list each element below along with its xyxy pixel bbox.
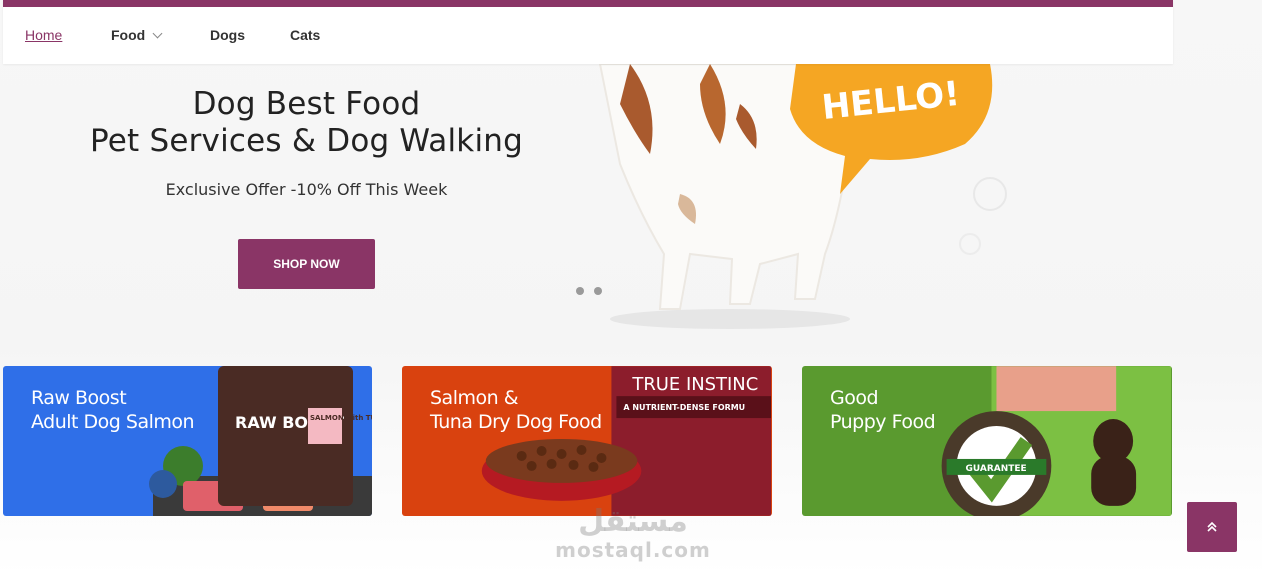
- scroll-to-top-button[interactable]: [1187, 502, 1237, 552]
- card-title-line1: Salmon &: [430, 387, 519, 409]
- card-title: Raw Boost Adult Dog Salmon: [31, 386, 195, 434]
- category-card-puppy-food[interactable]: GUARANTEE Good Puppy Food: [802, 366, 1172, 516]
- raw-boost-pack-flavor: SALMON with TUNA: [310, 414, 372, 422]
- card-title-line2: Tuna Dry Dog Food: [430, 411, 602, 433]
- nav-item-home[interactable]: Home: [25, 27, 62, 43]
- nav-item-food[interactable]: Food: [111, 27, 163, 43]
- double-chevron-up-icon: [1207, 521, 1217, 532]
- card-title-line1: Good: [830, 387, 879, 409]
- nav-item-dogs[interactable]: Dogs: [210, 27, 245, 43]
- mostaql-watermark: مستقل mostaql.com: [548, 504, 718, 562]
- watermark-arabic: مستقل: [578, 504, 688, 539]
- card-title-line1: Raw Boost: [31, 387, 127, 409]
- hero-subtitle: Exclusive Offer -10% Off This Week: [165, 180, 448, 199]
- hero-dog-image: HELLO!: [598, 64, 1007, 329]
- nav-item-food-label: Food: [111, 27, 146, 43]
- card-title-line2: Adult Dog Salmon: [31, 411, 195, 433]
- watermark-latin: mostaql.com: [555, 538, 711, 562]
- page: Home Food Dogs Cats Dog Best Food Pet Se…: [0, 0, 1262, 577]
- card-title: Good Puppy Food: [830, 386, 936, 434]
- true-instinct-pack-flavor: A NUTRIENT-DENSE FORMU: [623, 403, 745, 412]
- chevron-down-icon: [152, 28, 163, 39]
- category-card-salmon-tuna[interactable]: TRUE INSTINC A NUTRIENT-DENSE FORMU Salm…: [402, 366, 772, 516]
- card-title-line2: Puppy Food: [830, 411, 936, 433]
- true-instinct-pack-brand: TRUE INSTINC: [631, 374, 758, 395]
- shop-now-button[interactable]: SHOP NOW: [238, 239, 375, 289]
- main-nav: Home Food Dogs Cats: [3, 0, 1173, 64]
- carousel-dots: [576, 287, 602, 295]
- hero-title-line1: Dog Best Food: [192, 86, 421, 122]
- puppy-food-badge-text: GUARANTEE: [966, 464, 1027, 474]
- nav-item-cats[interactable]: Cats: [290, 27, 320, 43]
- hero-title: Dog Best Food Pet Services & Dog Walking: [60, 86, 553, 160]
- category-card-raw-boost[interactable]: RAW BOOST SALMON with TUNA Raw Boost Adu…: [3, 366, 372, 516]
- card-title: Salmon & Tuna Dry Dog Food: [430, 386, 602, 434]
- hero-title-line2: Pet Services & Dog Walking: [89, 123, 523, 159]
- carousel-dot-2[interactable]: [594, 287, 602, 295]
- carousel-dot-1[interactable]: [576, 287, 584, 295]
